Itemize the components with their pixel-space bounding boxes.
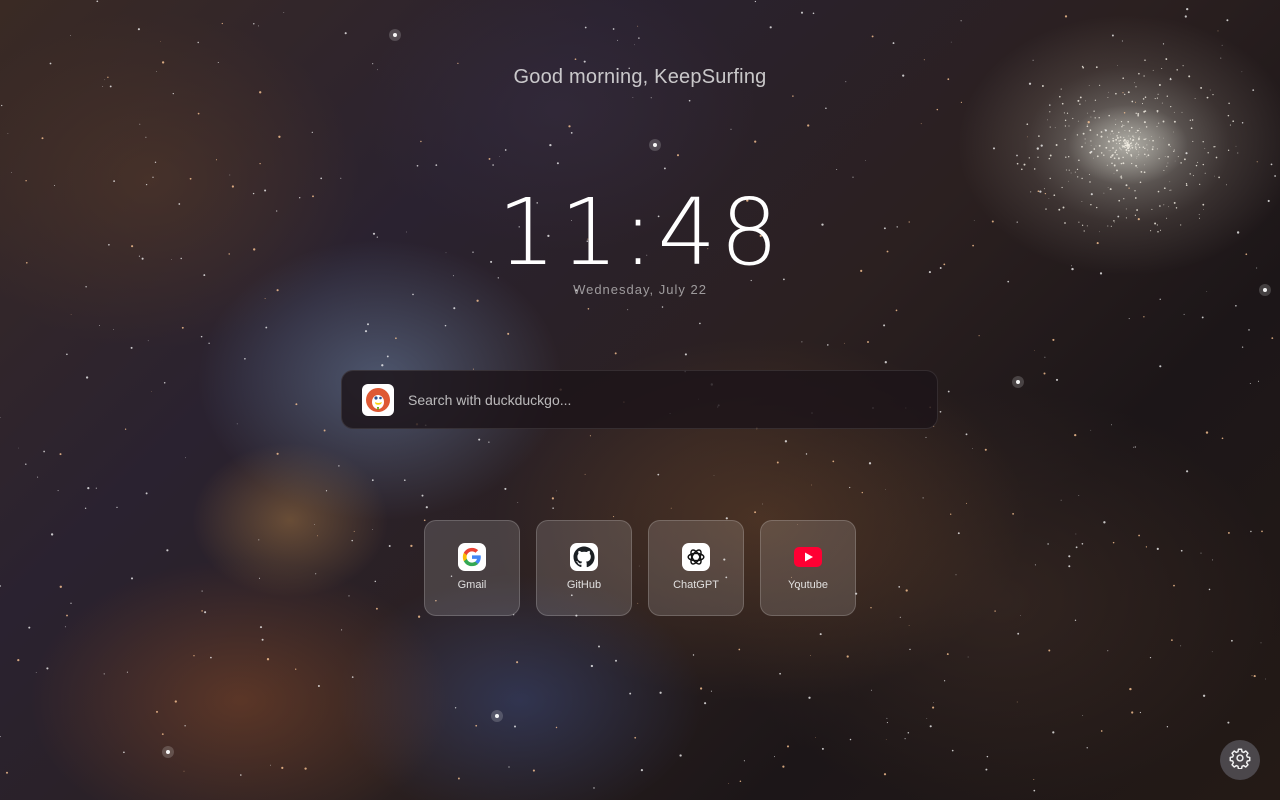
gear-icon	[1229, 747, 1251, 774]
duckduckgo-icon[interactable]	[362, 383, 394, 416]
search-bar[interactable]	[341, 370, 938, 429]
settings-button[interactable]	[1220, 740, 1260, 780]
greeting-text: Good morning, KeepSurfing	[513, 66, 767, 88]
shortcut-chatgpt[interactable]: ChatGPT	[648, 520, 744, 616]
google-icon	[458, 543, 486, 571]
clock-time: 11:48	[497, 179, 783, 286]
shortcut-label: ChatGPT	[673, 579, 719, 591]
shortcut-github[interactable]: GitHub	[536, 520, 632, 616]
search-input[interactable]	[406, 380, 937, 419]
shortcut-youtube[interactable]: Youtube	[760, 520, 856, 616]
shortcut-gmail[interactable]: Gmail	[424, 520, 520, 616]
chatgpt-icon	[682, 543, 710, 571]
shortcut-label: Gmail	[457, 579, 487, 591]
clock-date: Wednesday, July 22	[573, 282, 707, 297]
shortcut-label: Youtube	[788, 579, 828, 591]
shortcut-grid: Gmail GitHub ChatGPT Youtube	[424, 520, 856, 616]
youtube-icon	[794, 543, 822, 571]
shortcut-label: GitHub	[566, 579, 602, 591]
github-icon	[570, 543, 598, 571]
